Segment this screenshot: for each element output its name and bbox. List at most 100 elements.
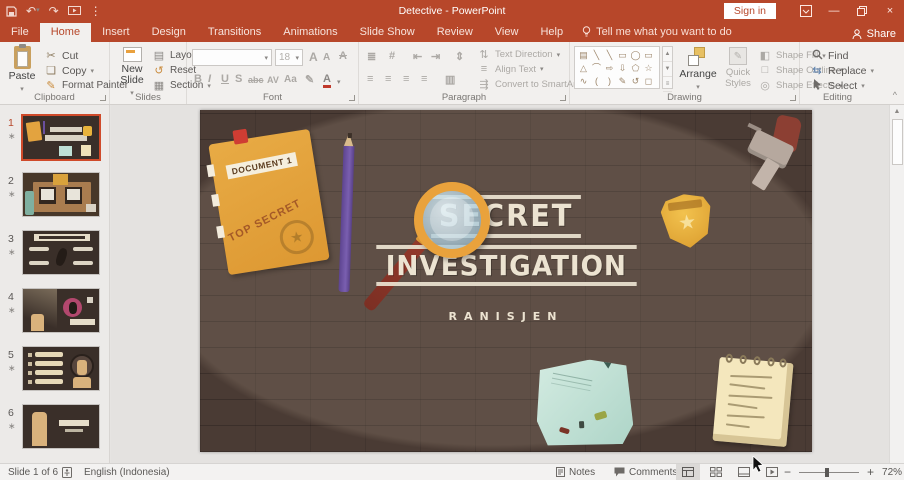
underline-icon[interactable]: U [221,73,229,85]
replace-button[interactable]: ⇆Replace▾ [810,64,874,77]
font-dialog-launcher-icon[interactable] [349,95,355,101]
notes-button[interactable]: Notes [556,464,595,480]
slide-thumbnail-6[interactable] [22,404,100,449]
scroll-up-icon[interactable]: ▲ [890,105,904,115]
shape-arrow-down-icon[interactable]: ⇩ [616,62,629,74]
find-button[interactable]: Find [810,49,848,63]
slide-indicator[interactable]: Slide 1 of 6 [8,464,58,480]
clipboard-dialog-launcher-icon[interactable] [100,95,106,101]
zoom-out-button[interactable]: − [784,465,791,479]
sign-in-button[interactable]: Sign in [724,3,776,19]
zoom-in-button[interactable]: + [867,465,874,479]
shapes-gallery[interactable]: ▤╲╲▭◯▭ △⌒⇨⇩⬠☆ ∿()✎↺◻ [574,46,660,89]
bullets-icon[interactable]: ≣ [367,50,376,63]
tab-insert[interactable]: Insert [91,23,141,42]
italic-icon[interactable]: I [208,73,211,85]
slide-canvas[interactable]: DOCUMENT 1 TOP SECRET ★ SECRET INVESTIGA… [200,110,812,452]
character-spacing-icon[interactable]: AV [267,75,279,85]
shape-paren-left-icon[interactable]: ( [590,75,603,87]
copy-button[interactable]: ❏Copy▾ [44,64,94,77]
justify-icon[interactable]: ≡ [421,73,427,85]
paragraph-dialog-launcher-icon[interactable] [560,95,566,101]
select-dropdown-icon[interactable]: ▾ [861,82,865,90]
shape-square-icon[interactable]: ◻ [642,75,655,87]
increase-indent-icon[interactable]: ⇥ [431,50,440,63]
select-button[interactable]: Select▾ [810,79,865,93]
font-name-dropdown-icon[interactable]: ▾ [264,54,268,62]
accessibility-icon[interactable] [62,464,72,480]
copy-dropdown-icon[interactable]: ▾ [91,67,95,75]
slide-thumbnail-3[interactable] [22,230,100,275]
comments-button[interactable]: Comments [614,464,677,480]
shape-textbox-icon[interactable]: ▤ [577,49,590,61]
tab-help[interactable]: Help [529,23,574,42]
shape-paren-right-icon[interactable]: ) [603,75,616,87]
slide-thumbnail-5[interactable] [22,346,100,391]
restore-button[interactable] [848,0,876,22]
tab-animations[interactable]: Animations [272,23,348,42]
font-name-combobox[interactable]: ▾ [192,49,272,66]
tab-transitions[interactable]: Transitions [197,23,272,42]
shape-arrow-line-icon[interactable]: ╲ [603,49,616,61]
close-button[interactable]: × [876,0,904,22]
font-size-dropdown-icon[interactable]: ▾ [295,54,299,62]
gallery-up-icon[interactable]: ▲ [663,47,672,62]
change-case-icon[interactable]: Aa [284,74,297,85]
crumpled-note-graphic[interactable] [534,358,634,449]
notepad-graphic[interactable] [712,357,793,447]
zoom-level[interactable]: 72% [882,467,902,478]
zoom-slider-knob[interactable] [825,468,829,477]
tab-home[interactable]: Home [40,23,91,42]
tab-slide-show[interactable]: Slide Show [349,23,426,42]
shape-curve-icon[interactable]: ∿ [577,75,590,87]
text-direction-dropdown-icon[interactable]: ▾ [557,51,561,59]
font-color-dropdown-icon[interactable]: ▾ [337,78,341,86]
collapse-ribbon-icon[interactable]: ^ [893,90,897,100]
scrollbar-thumb[interactable] [892,119,903,165]
slide-title-line1[interactable]: SECRET [200,195,812,238]
slide-sorter-view-button[interactable] [704,464,728,480]
tab-view[interactable]: View [484,23,530,42]
shape-arrow-right-icon[interactable]: ⇨ [603,62,616,74]
text-shadow-icon[interactable]: S [235,73,242,85]
tab-design[interactable]: Design [141,23,197,42]
align-left-icon[interactable]: ≡ [367,73,373,85]
shape-pentagon-icon[interactable]: ⬠ [629,62,642,74]
font-color-icon[interactable]: A [323,73,331,88]
tab-review[interactable]: Review [426,23,484,42]
revolver-graphic[interactable] [713,110,812,208]
highlight-color-icon[interactable]: ✎ [305,73,314,86]
clear-formatting-icon[interactable]: A [339,50,347,62]
share-button[interactable]: Share [852,28,896,40]
slide-thumbnail-1[interactable] [21,114,101,161]
align-text-button[interactable]: ≡Align Text▾ [477,63,544,75]
columns-icon[interactable]: ▥ [445,73,455,86]
language-indicator[interactable]: English (Indonesia) [84,464,170,480]
align-right-icon[interactable]: ≡ [403,73,409,85]
grow-font-icon[interactable]: A [309,50,318,64]
strikethrough-icon[interactable]: abc [248,75,264,85]
line-spacing-icon[interactable]: ⇕ [455,50,464,63]
shape-rounded-rect-icon[interactable]: ▭ [642,49,655,61]
slide-title-line2[interactable]: INVESTIGATION [200,245,812,286]
cut-button[interactable]: ✂Cut [44,49,78,62]
arrange-button[interactable]: Arrange ▾ [678,47,718,93]
drawing-dialog-launcher-icon[interactable] [790,95,796,101]
vertical-scrollbar[interactable]: ▲ [889,105,904,463]
shape-triangle-icon[interactable]: △ [577,62,590,74]
shapes-gallery-scroll[interactable]: ▲ ▼ ≡ [662,46,673,89]
numbering-icon[interactable]: # [389,50,395,62]
gallery-more-icon[interactable]: ≡ [663,77,672,92]
zoom-slider[interactable] [799,472,859,473]
replace-dropdown-icon[interactable]: ▾ [871,67,875,75]
shape-arc-icon[interactable]: ⌒ [590,62,603,74]
paste-button[interactable]: Paste ▾ [6,46,38,95]
text-direction-button[interactable]: ⇅Text Direction▾ [477,48,560,61]
shrink-font-icon[interactable]: A [323,52,330,63]
gallery-down-icon[interactable]: ▼ [663,62,672,77]
shape-line-icon[interactable]: ╲ [590,49,603,61]
quick-styles-button[interactable]: ✎ Quick Styles [720,47,756,89]
tell-me-box[interactable]: Tell me what you want to do [574,23,740,42]
magnifier-lens-icon[interactable] [414,182,490,258]
normal-view-button[interactable] [676,464,700,480]
